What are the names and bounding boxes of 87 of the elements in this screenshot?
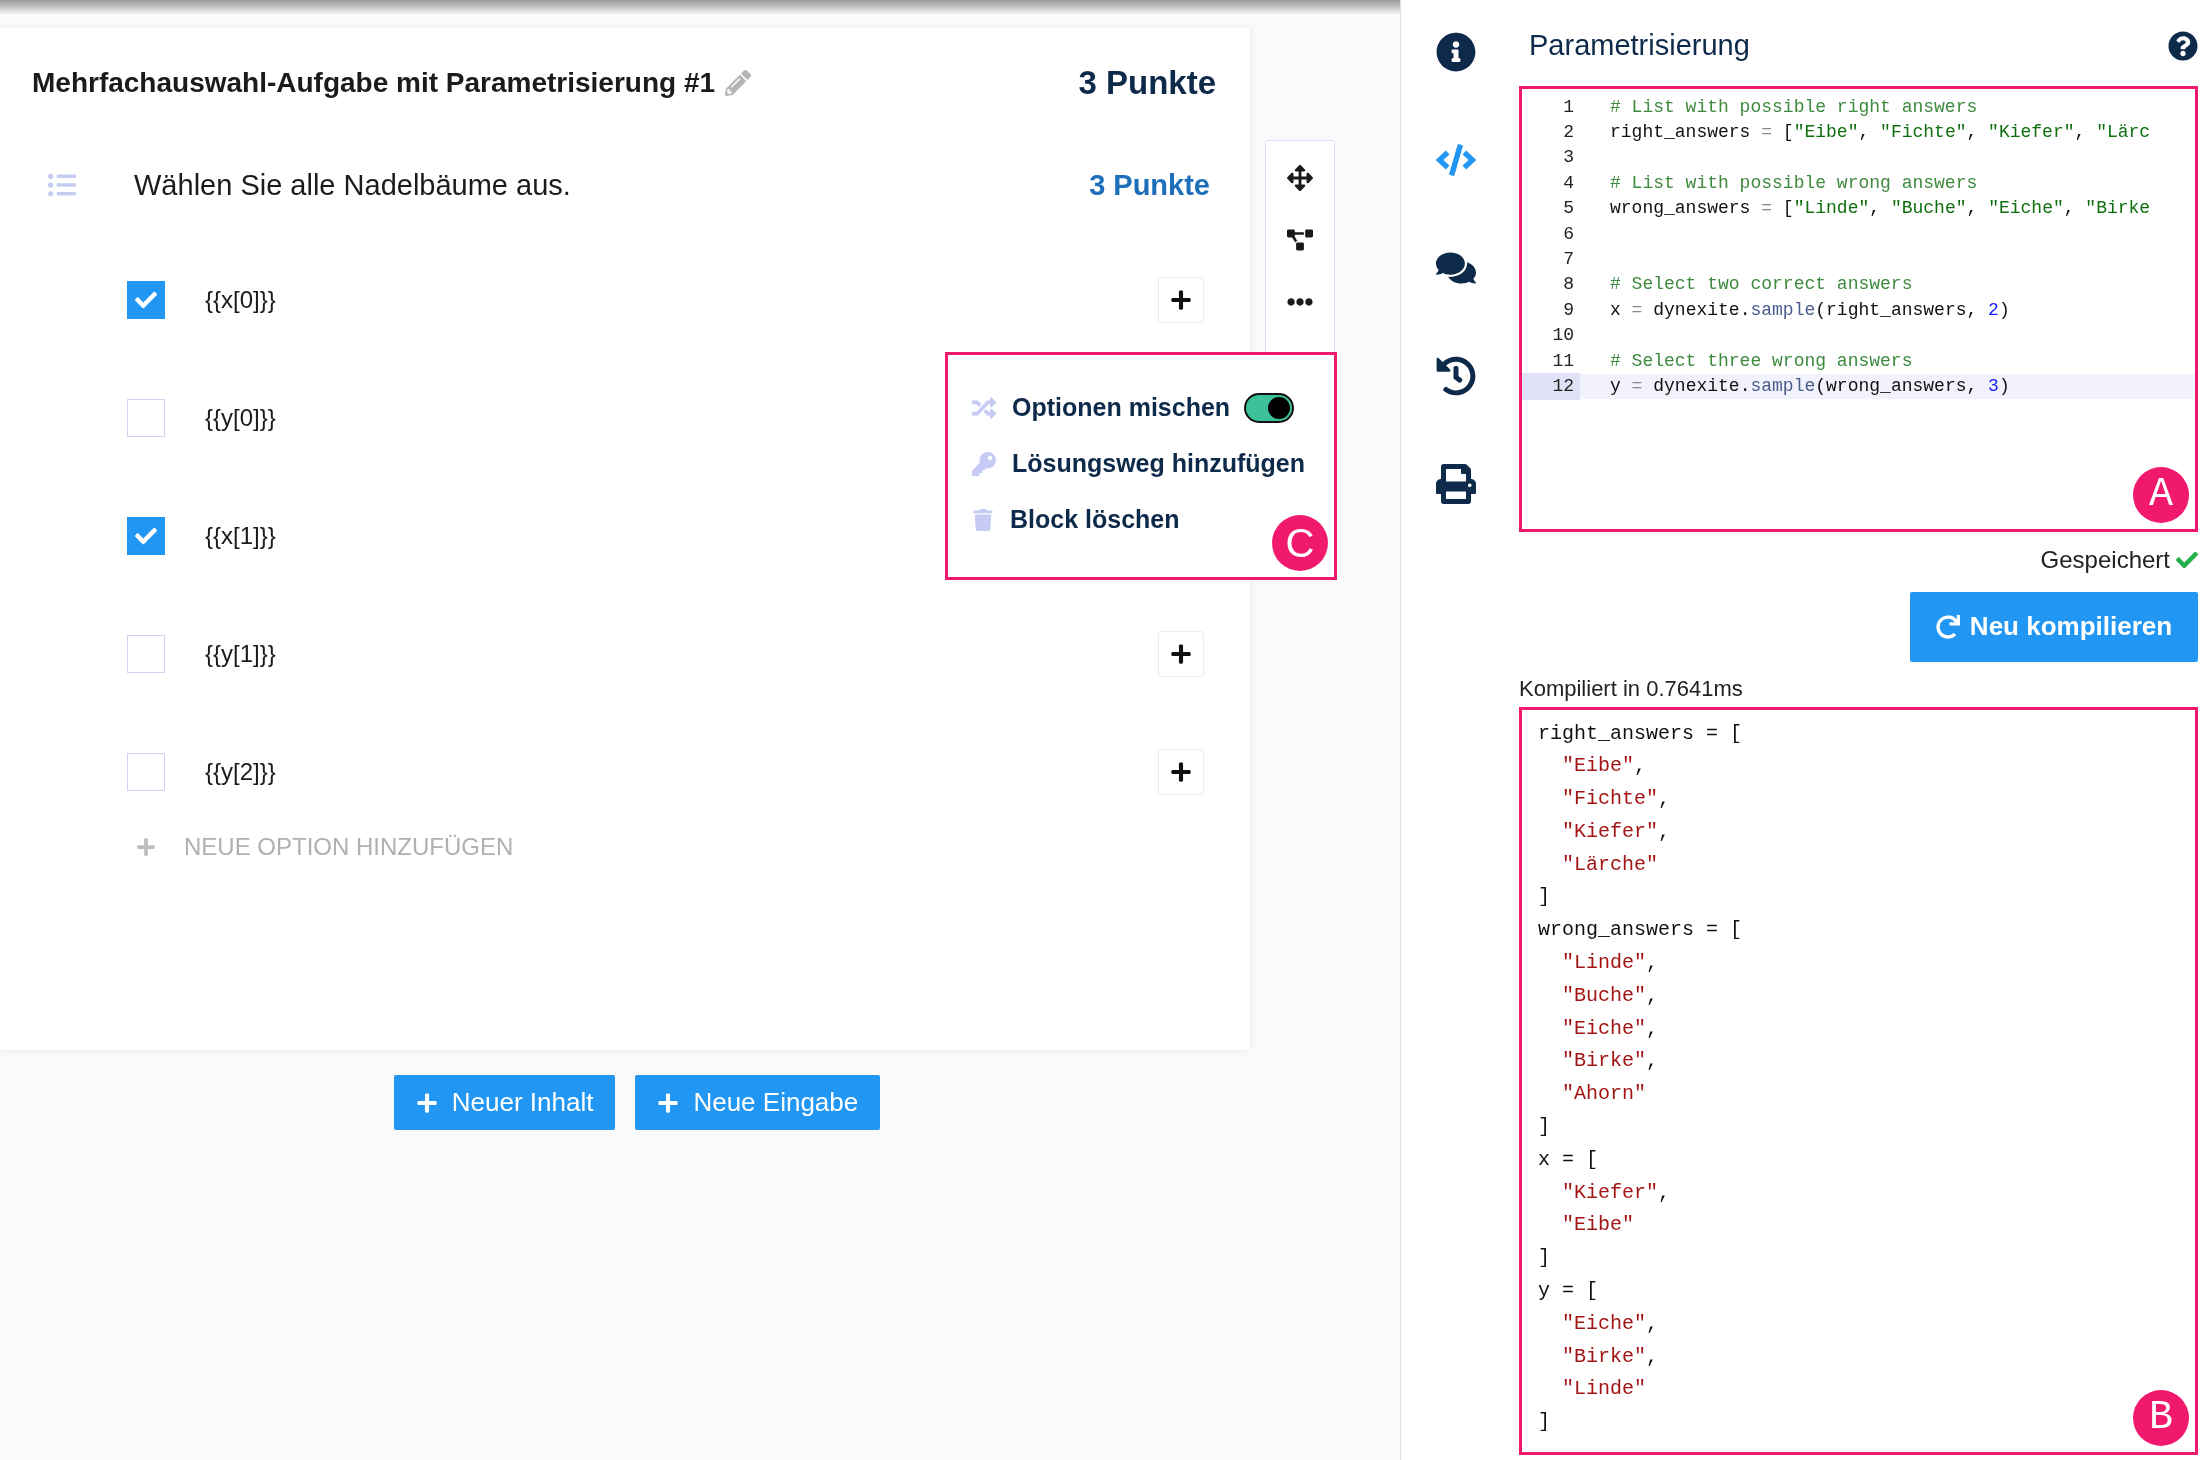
- output-line: "Linde",: [1561, 950, 1659, 977]
- code-line: # Select three wrong answers: [1610, 349, 1913, 373]
- output-line: "Ahorn": [1561, 1081, 1646, 1108]
- annotation-badge: A: [2133, 466, 2189, 523]
- line-number: 11: [1551, 349, 1575, 373]
- plus-icon: [1170, 289, 1192, 311]
- code-line: y = dynexite.sample(wrong_answers, 3): [1610, 375, 2010, 398]
- output-line: "Eiche",: [1561, 1310, 1659, 1337]
- output-line: ]: [1538, 1245, 1550, 1272]
- line-number: 5: [1562, 197, 1575, 221]
- line-number: 8: [1562, 273, 1575, 297]
- line-number: 3: [1562, 146, 1575, 170]
- output-line: "Eibe",: [1561, 753, 1647, 780]
- option-text: {{y[1]}}: [205, 639, 276, 669]
- question-points: 3 Punkte: [1089, 167, 1210, 203]
- recompile-button[interactable]: Neu kompilieren: [1910, 591, 2198, 662]
- menu-item[interactable]: Lösungsweg hinzufügen: [1012, 445, 1306, 483]
- menu-item[interactable]: Block löschen: [1010, 501, 1180, 539]
- code-line: x = dynexite.sample(right_answers, 2): [1610, 298, 2010, 322]
- line-number: 1: [1562, 95, 1575, 119]
- plus-icon: [1170, 643, 1192, 665]
- output-line: ]: [1538, 1409, 1550, 1436]
- compile-time: Kompiliert in 0.7641ms: [1519, 674, 1744, 703]
- trash-icon: [972, 509, 994, 531]
- line-number: 4: [1562, 171, 1575, 195]
- code-line: # List with possible wrong answers: [1610, 171, 1978, 195]
- add-button[interactable]: [1158, 277, 1204, 323]
- option-checkbox[interactable]: [127, 635, 165, 673]
- output-line: "Eiche",: [1561, 1015, 1659, 1042]
- line-number: 12: [1522, 373, 1580, 400]
- plus-icon: [1170, 761, 1192, 783]
- output-line: "Birke",: [1561, 1343, 1659, 1370]
- output-line: "Kiefer",: [1561, 818, 1671, 845]
- output-line: y = [: [1538, 1278, 1598, 1305]
- annotation-badge: C: [1272, 515, 1328, 571]
- output-line: right_answers = [: [1538, 720, 1743, 747]
- output-line: wrong_answers = [: [1538, 917, 1743, 944]
- output-line: "Fichte",: [1561, 786, 1671, 813]
- check-icon: [135, 525, 157, 547]
- output-line: "Birke",: [1561, 1048, 1659, 1075]
- line-number: 10: [1551, 324, 1575, 348]
- option-checkbox[interactable]: [127, 399, 165, 437]
- task-points: 3 Punkte: [1078, 63, 1216, 103]
- plus-icon: [657, 1091, 680, 1114]
- output-line: "Kiefer",: [1561, 1179, 1671, 1206]
- question-text: Wählen Sie alle Nadelbäume aus.: [134, 167, 571, 203]
- option-checkbox[interactable]: [127, 753, 165, 791]
- output-line: "Linde": [1561, 1376, 1646, 1403]
- option-text: {{y[2]}}: [205, 757, 276, 787]
- option-text: {{x[1]}}: [205, 521, 276, 551]
- new-option-button[interactable]: NEUE OPTION HINZUFÜGEN: [136, 829, 514, 865]
- output-line: ]: [1538, 884, 1550, 911]
- option-checkbox[interactable]: [127, 281, 165, 319]
- line-number: 9: [1562, 298, 1575, 322]
- menu-item[interactable]: Optionen mischen: [1012, 389, 1231, 427]
- code-editor[interactable]: [1519, 85, 2198, 532]
- plus-icon: [415, 1091, 438, 1114]
- option-text: {{x[0]}}: [205, 285, 276, 315]
- shuffle-toggle[interactable]: [1244, 393, 1295, 423]
- output-line: ]: [1538, 1114, 1550, 1141]
- shuffle-icon: [972, 396, 996, 420]
- output-line: "Eibe": [1561, 1212, 1634, 1239]
- save-status: Gespeichert: [2040, 544, 2170, 575]
- output-line: "Lärche": [1561, 851, 1658, 878]
- option-checkbox[interactable]: [127, 517, 165, 555]
- option-text: {{y[0]}}: [205, 403, 276, 433]
- key-icon: [972, 452, 996, 476]
- line-number: 7: [1562, 248, 1575, 272]
- check-icon: [135, 289, 157, 311]
- line-number: 2: [1562, 121, 1575, 145]
- add-content-button[interactable]: Neuer Inhalt: [393, 1075, 616, 1130]
- plus-icon: [136, 837, 156, 857]
- help-icon[interactable]: [2168, 30, 2198, 61]
- output-line: x = [: [1538, 1146, 1598, 1173]
- task-title: Mehrfachauswahl-Aufgabe mit Parametrisierung #1: [32, 65, 716, 100]
- annotation-badge: B: [2133, 1389, 2189, 1446]
- code-line: wrong_answers = ["Linde", "Buche", "Eiche", "Birke: [1610, 197, 2151, 221]
- code-line: # Select two correct answers: [1610, 273, 1913, 297]
- add-content-button[interactable]: Neue Eingabe: [635, 1075, 881, 1130]
- add-button[interactable]: [1158, 749, 1204, 795]
- output-line: "Buche",: [1561, 982, 1659, 1009]
- panel-title: Parametrisierung: [1529, 28, 1750, 63]
- code-line: right_answers = ["Eibe", "Fichte", "Kiefer", "Lärc: [1610, 121, 2151, 145]
- add-button[interactable]: [1158, 631, 1204, 677]
- refresh-icon: [1935, 614, 1960, 639]
- line-number: 6: [1562, 222, 1575, 246]
- code-line: # List with possible right answers: [1610, 95, 1978, 119]
